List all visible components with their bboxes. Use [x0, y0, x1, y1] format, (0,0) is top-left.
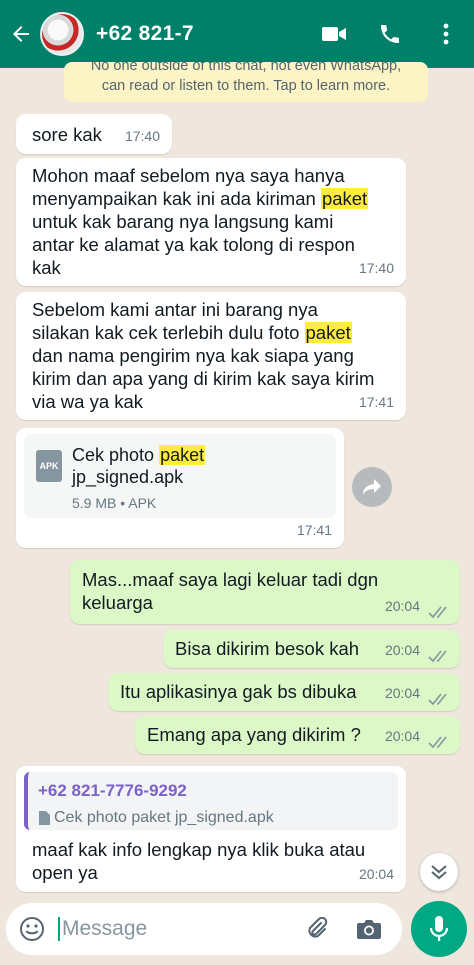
- quoted-message[interactable]: +62 821-7776-9292 Cek photo paket jp_sig…: [24, 772, 398, 830]
- double-check-icon: [428, 693, 447, 706]
- paperclip-icon: [308, 917, 328, 938]
- quote-sender: +62 821-7776-9292: [38, 781, 187, 800]
- emoji-button[interactable]: [6, 903, 58, 955]
- camera-icon: [357, 920, 381, 939]
- message-text: Sebelom kami antar ini barang nya silaka…: [32, 299, 375, 412]
- notice-line-1: No one outside of this chat, not even Wh…: [90, 62, 402, 74]
- phone-icon: [381, 25, 399, 43]
- attach-button[interactable]: [296, 903, 338, 955]
- message-time: 17:40: [358, 260, 394, 276]
- camera-button[interactable]: [348, 903, 390, 955]
- encryption-notice[interactable]: No one outside of this chat, not even Wh…: [64, 62, 428, 102]
- double-check-icon: [428, 736, 447, 749]
- voice-call-button[interactable]: [362, 0, 418, 68]
- search-highlight: paket: [320, 188, 369, 209]
- message-time: 20:04: [358, 866, 394, 882]
- more-options-button[interactable]: [418, 0, 474, 68]
- message-text: Bisa dikirim besok kah: [175, 638, 360, 659]
- message-text: Mas...maaf saya lagi keluar tadi dgn kel…: [82, 569, 379, 613]
- voice-message-button[interactable]: [411, 901, 467, 957]
- more-vertical-icon: [443, 23, 449, 45]
- chat-header: +62 821-7: [0, 0, 474, 68]
- message-outgoing[interactable]: Mas...maaf saya lagi keluar tadi dgn kel…: [70, 560, 460, 624]
- message-text: Itu aplikasinya gak bs dibuka: [120, 681, 357, 702]
- double-check-icon: [428, 650, 447, 663]
- apk-file-icon: APK: [36, 450, 62, 482]
- arrow-left-icon: [13, 26, 29, 42]
- message-time: 20:04: [384, 685, 420, 701]
- notice-line-2: can read or listen to them. Tap to learn…: [101, 78, 391, 94]
- message-text: sore kak: [32, 124, 102, 145]
- quote-text: Cek photo paket jp_signed.apk: [54, 809, 274, 826]
- message-time: 20:04: [384, 728, 420, 744]
- double-check-icon: [428, 606, 447, 619]
- forward-button[interactable]: [352, 467, 392, 507]
- forward-arrow-icon: [363, 479, 381, 495]
- message-incoming[interactable]: sore kak 17:40: [16, 114, 172, 154]
- message-incoming[interactable]: Sebelom kami antar ini barang nya silaka…: [16, 292, 406, 420]
- message-composer: [6, 903, 402, 955]
- search-highlight: paket: [159, 445, 206, 465]
- message-text: Mohon maaf sebelom nya saya hanya menyam…: [32, 165, 369, 278]
- message-incoming-document[interactable]: APK Cek photo paket jp_signed.apk 5.9 MB…: [16, 428, 344, 548]
- message-time: 17:41: [296, 522, 332, 538]
- message-incoming[interactable]: Mohon maaf sebelom nya saya hanya menyam…: [16, 158, 406, 286]
- quote-preview: Cek photo paket jp_signed.apk: [38, 806, 274, 829]
- microphone-icon: [429, 916, 449, 941]
- video-camera-icon: [322, 27, 346, 41]
- message-text: Emang apa yang dikirim ?: [147, 724, 361, 745]
- document-name: Cek photo paket jp_signed.apk: [72, 445, 206, 487]
- video-call-button[interactable]: [306, 0, 362, 68]
- message-outgoing[interactable]: Emang apa yang dikirim ? 20:04: [135, 716, 460, 754]
- contact-name[interactable]: +62 821-7: [96, 22, 194, 46]
- message-time: 20:04: [384, 598, 420, 614]
- message-text: maaf kak info lengkap nya klik buka atau…: [32, 839, 366, 883]
- emoji-icon: [20, 917, 44, 941]
- scroll-to-bottom-button[interactable]: [420, 853, 458, 891]
- double-chevron-down-icon: [431, 865, 447, 880]
- document-attachment[interactable]: APK Cek photo paket jp_signed.apk 5.9 MB…: [24, 434, 336, 518]
- search-highlight: paket: [304, 322, 352, 343]
- document-icon: [39, 810, 50, 825]
- message-outgoing[interactable]: Bisa dikirim besok kah 20:04: [163, 630, 460, 668]
- header-actions: [306, 0, 474, 68]
- contact-avatar[interactable]: [40, 12, 84, 56]
- document-meta: 5.9 MB • APK: [72, 495, 157, 511]
- message-time: 17:41: [358, 394, 394, 410]
- message-time: 20:04: [384, 642, 420, 658]
- message-input[interactable]: [58, 917, 278, 941]
- message-incoming-reply[interactable]: +62 821-7776-9292 Cek photo paket jp_sig…: [16, 766, 406, 892]
- message-outgoing[interactable]: Itu aplikasinya gak bs dibuka 20:04: [108, 673, 460, 711]
- message-time: 17:40: [124, 128, 160, 144]
- back-button[interactable]: [4, 0, 38, 68]
